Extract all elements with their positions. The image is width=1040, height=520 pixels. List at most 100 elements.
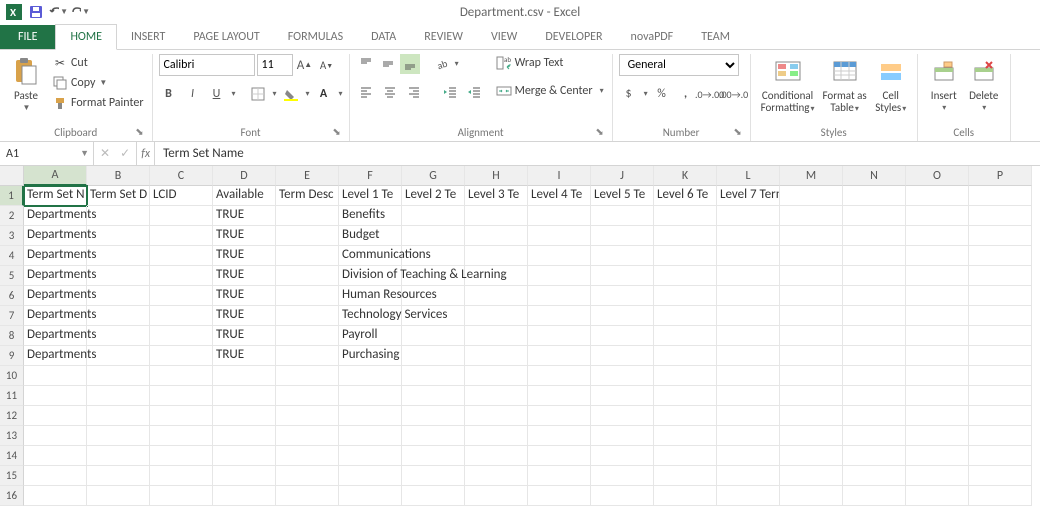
cell[interactable] <box>213 446 276 466</box>
cancel-icon[interactable]: ✕ <box>100 146 110 161</box>
cell[interactable] <box>24 466 87 486</box>
cell[interactable] <box>465 306 528 326</box>
cell[interactable] <box>87 226 150 246</box>
cell[interactable]: Purchasing <box>339 346 402 366</box>
cell[interactable] <box>150 266 213 286</box>
cell[interactable] <box>150 366 213 386</box>
cell[interactable] <box>780 246 843 266</box>
cell[interactable] <box>969 206 1032 226</box>
cell[interactable] <box>339 466 402 486</box>
cell[interactable] <box>654 386 717 406</box>
tab-review[interactable]: REVIEW <box>410 25 477 49</box>
cell[interactable]: Payroll <box>339 326 402 346</box>
cell[interactable] <box>87 306 150 326</box>
row-header[interactable]: 10 <box>0 366 24 386</box>
row-header[interactable]: 1 <box>0 186 24 206</box>
cell[interactable] <box>780 466 843 486</box>
cell[interactable] <box>150 346 213 366</box>
cell[interactable] <box>402 386 465 406</box>
cell[interactable] <box>24 366 87 386</box>
cell[interactable] <box>213 406 276 426</box>
cell[interactable]: TRUE <box>213 286 276 306</box>
cell[interactable] <box>150 206 213 226</box>
cell[interactable] <box>465 246 528 266</box>
cell[interactable] <box>591 386 654 406</box>
cell[interactable] <box>276 486 339 506</box>
cell[interactable] <box>717 466 780 486</box>
cell[interactable]: Benefits <box>339 206 402 226</box>
column-header[interactable]: J <box>591 166 654 186</box>
cell[interactable] <box>654 206 717 226</box>
cell[interactable]: Term Set D <box>87 186 150 206</box>
cell[interactable] <box>906 386 969 406</box>
cell[interactable] <box>276 426 339 446</box>
cell[interactable] <box>969 286 1032 306</box>
cell[interactable]: Term Set N <box>24 186 87 206</box>
comma-icon[interactable]: , <box>676 84 696 104</box>
cell[interactable] <box>654 286 717 306</box>
cell[interactable] <box>717 446 780 466</box>
cell[interactable] <box>843 306 906 326</box>
cut-button[interactable]: ✂Cut <box>50 54 146 72</box>
cell[interactable]: TRUE <box>213 226 276 246</box>
delete-cells-button[interactable]: Delete▾ <box>964 54 1004 116</box>
column-header[interactable]: E <box>276 166 339 186</box>
cell[interactable] <box>969 366 1032 386</box>
cell[interactable] <box>150 326 213 346</box>
cell[interactable] <box>717 366 780 386</box>
cell[interactable] <box>465 446 528 466</box>
tab-team[interactable]: TEAM <box>687 25 744 49</box>
cell[interactable] <box>780 306 843 326</box>
cell[interactable] <box>276 366 339 386</box>
cell[interactable] <box>150 306 213 326</box>
orientation-icon[interactable]: ab <box>432 54 452 74</box>
cell[interactable] <box>213 466 276 486</box>
cell[interactable]: Technology Services <box>339 306 402 326</box>
cell[interactable] <box>843 426 906 446</box>
cell[interactable] <box>780 446 843 466</box>
cell[interactable] <box>906 226 969 246</box>
cell[interactable] <box>465 206 528 226</box>
tab-view[interactable]: VIEW <box>477 25 531 49</box>
select-all-corner[interactable] <box>0 166 24 186</box>
cell[interactable] <box>150 226 213 246</box>
font-launcher[interactable]: ⬊ <box>331 125 343 137</box>
row-header[interactable]: 7 <box>0 306 24 326</box>
cell[interactable] <box>87 326 150 346</box>
cell[interactable] <box>465 466 528 486</box>
cell[interactable] <box>969 446 1032 466</box>
decrease-decimal-icon[interactable]: .00→.0 <box>724 84 744 104</box>
fx-icon[interactable]: fx <box>137 142 155 165</box>
cell[interactable] <box>906 266 969 286</box>
enter-icon[interactable]: ✓ <box>120 146 130 161</box>
cell[interactable] <box>654 446 717 466</box>
cell[interactable]: TRUE <box>213 246 276 266</box>
cell[interactable] <box>465 406 528 426</box>
borders-button[interactable] <box>248 84 268 104</box>
decrease-indent-icon[interactable] <box>440 82 460 102</box>
cell[interactable] <box>843 346 906 366</box>
cell[interactable] <box>402 406 465 426</box>
cell[interactable] <box>906 426 969 446</box>
row-header[interactable]: 2 <box>0 206 24 226</box>
cell[interactable] <box>402 326 465 346</box>
cell[interactable] <box>717 286 780 306</box>
cell[interactable] <box>276 286 339 306</box>
cell[interactable] <box>528 206 591 226</box>
cell[interactable] <box>402 466 465 486</box>
cell[interactable] <box>591 266 654 286</box>
cell[interactable]: Level 1 Te <box>339 186 402 206</box>
cell[interactable] <box>654 426 717 446</box>
cell[interactable] <box>528 286 591 306</box>
cell[interactable]: Departments <box>24 286 87 306</box>
align-middle-icon[interactable] <box>378 54 398 74</box>
cell[interactable] <box>780 346 843 366</box>
cell[interactable] <box>276 326 339 346</box>
cell[interactable] <box>150 246 213 266</box>
cell[interactable] <box>528 466 591 486</box>
cell[interactable]: Level 4 Te <box>528 186 591 206</box>
cell[interactable] <box>969 326 1032 346</box>
cell[interactable] <box>654 346 717 366</box>
cell[interactable] <box>528 226 591 246</box>
cell[interactable] <box>906 486 969 506</box>
